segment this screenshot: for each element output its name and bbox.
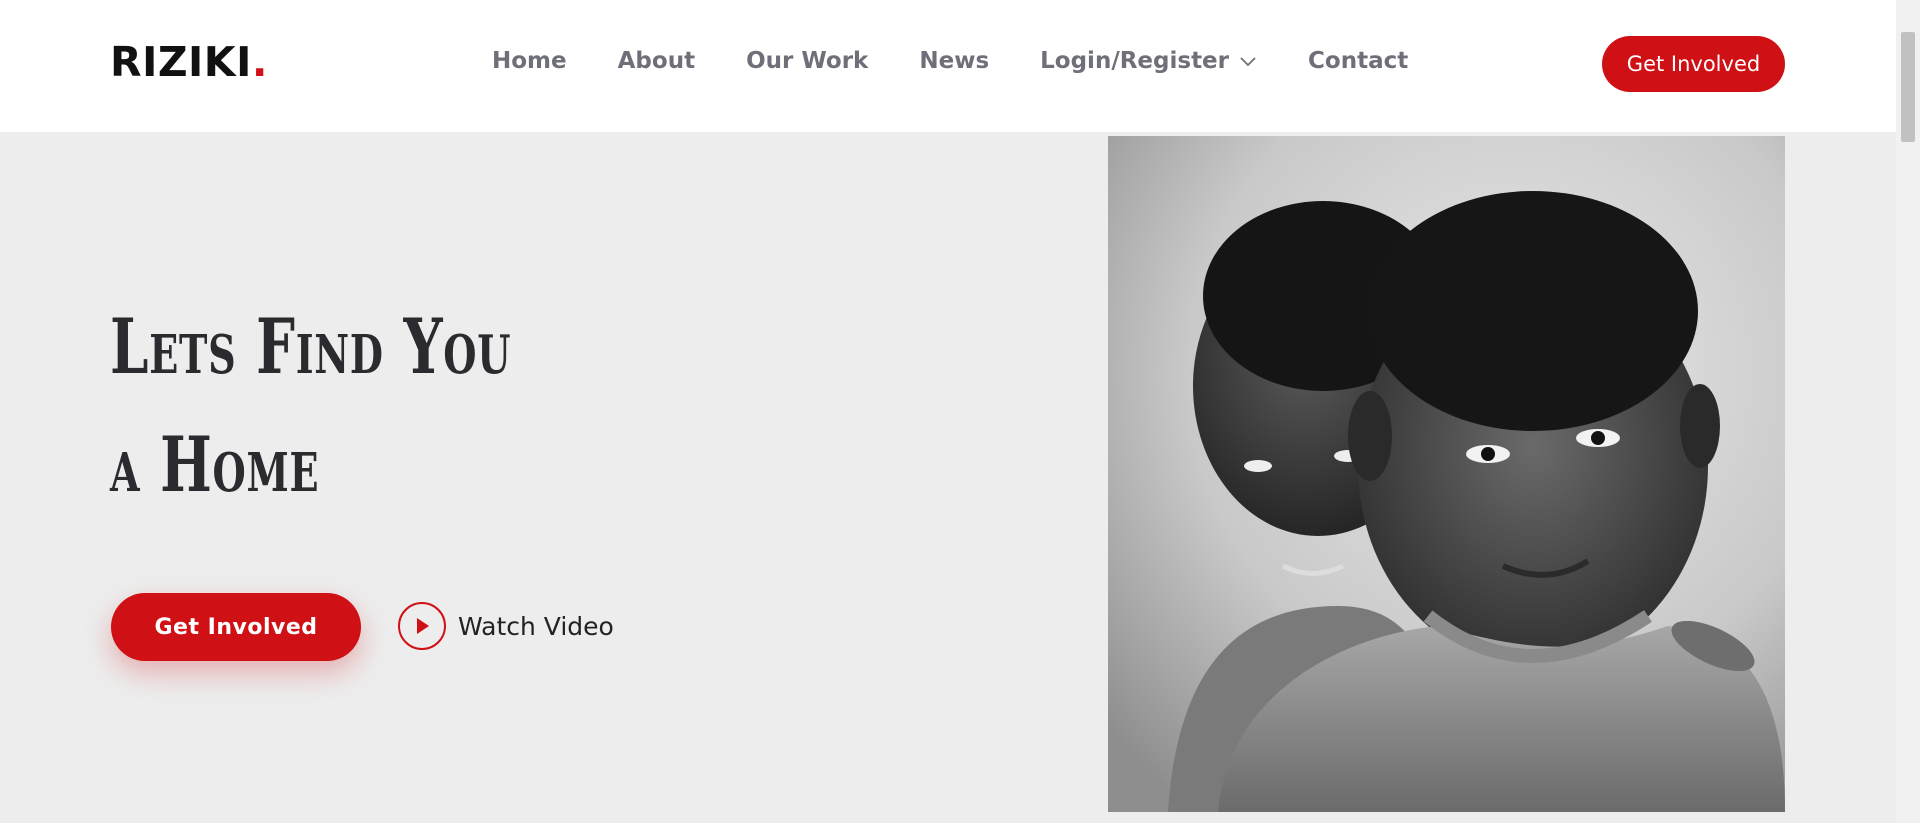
nav-news[interactable]: News (919, 48, 989, 74)
main-nav: Home About Our Work News Login/Register … (492, 48, 1408, 74)
nav-about[interactable]: About (618, 48, 695, 74)
scrollbar-thumb[interactable] (1901, 32, 1915, 142)
chevron-down-icon (1240, 57, 1256, 67)
hero-title: Lets Find You a Home (110, 288, 511, 524)
nav-home-label: Home (492, 48, 567, 74)
watch-video-label: Watch Video (458, 611, 614, 641)
logo[interactable]: RIZIKI. (110, 38, 268, 86)
nav-our-work[interactable]: Our Work (746, 48, 868, 74)
nav-about-label: About (617, 48, 696, 74)
nav-home[interactable]: Home (492, 48, 567, 74)
nav-contact-label: Contact (1308, 48, 1409, 74)
page-scrollbar[interactable] (1896, 0, 1920, 823)
logo-text: RIZIKI (110, 38, 252, 86)
nav-news-label: News (919, 48, 990, 74)
watch-video-link[interactable]: Watch Video (398, 602, 614, 650)
hero-photo (1108, 136, 1785, 812)
play-icon (417, 618, 429, 634)
hero-title-line-2: a Home (110, 420, 320, 509)
children-photo-image (1108, 136, 1785, 812)
hero-title-line-1: Lets Find You (110, 302, 512, 391)
nav-contact[interactable]: Contact (1308, 48, 1408, 74)
play-button[interactable] (398, 602, 446, 650)
nav-login-register-label: Login/Register (1040, 48, 1230, 74)
hero-get-involved-button[interactable]: Get Involved (111, 593, 361, 661)
logo-dot: . (251, 38, 268, 86)
nav-login-register[interactable]: Login/Register (1040, 48, 1257, 74)
site-header: RIZIKI. Home About Our Work News Login/R… (0, 0, 1896, 132)
nav-our-work-label: Our Work (746, 48, 869, 74)
header-get-involved-button[interactable]: Get Involved (1602, 36, 1785, 92)
